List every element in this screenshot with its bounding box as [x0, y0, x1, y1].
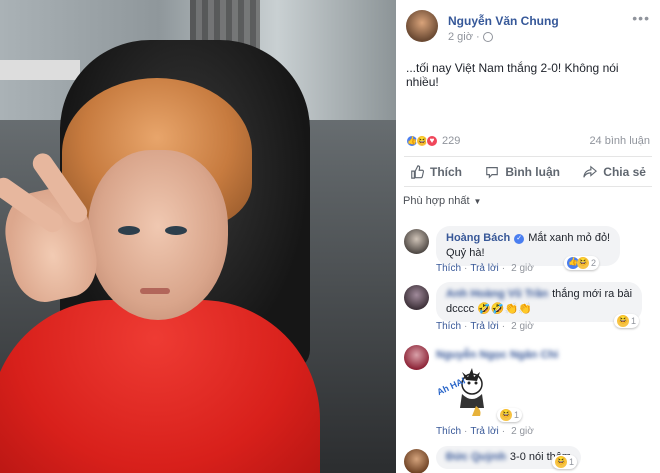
photo-viewer: Nguyễn Văn Chung 2 giờ · ••• ...tối nay … [0, 0, 660, 473]
comment-reaction-count: 1 [631, 316, 637, 326]
commenter-avatar[interactable] [404, 285, 429, 310]
comment-reaction-count: 1 [569, 457, 575, 467]
sticker-text: Ah HAI [436, 375, 467, 397]
comment-like-link[interactable]: Thích [436, 321, 461, 332]
comment-actions: Thích · Trả lời · 2 giờ [436, 321, 534, 332]
globe-icon[interactable] [482, 32, 493, 42]
haha-reaction-icon: 😆 [555, 456, 567, 468]
comment-reactions[interactable]: 😆 1 [552, 455, 578, 469]
sticker-image[interactable]: Ah HAI [436, 362, 496, 417]
comment-reactions[interactable]: 😆 1 [497, 408, 523, 422]
like-icon [411, 164, 424, 179]
comment-text-line2: Quỷ hà! [446, 247, 485, 259]
comment-sort-dropdown[interactable]: Phù hợp nhất ▼ [403, 195, 481, 207]
post-text: ...tối nay Việt Nam thắng 2-0! Không nói… [406, 61, 619, 89]
post-panel: Nguyễn Văn Chung 2 giờ · ••• ...tối nay … [396, 0, 660, 473]
comment-reply-link[interactable]: Trả lời [470, 426, 498, 437]
post-time[interactable]: 2 giờ [448, 31, 473, 43]
comment-text-line2: dcccc 🤣🤣👏👏 [446, 303, 532, 315]
like-button[interactable]: Thích [410, 165, 462, 179]
comment-time[interactable]: 2 giờ [511, 426, 534, 437]
comment-text: thắng mới ra bài [552, 288, 633, 300]
commenter-avatar[interactable] [404, 345, 429, 370]
separator-dot: · [464, 426, 468, 437]
commenter-name[interactable]: Nguyễn Ngọc Ngân Chi [436, 349, 558, 361]
share-label: Chia sẻ [603, 164, 646, 179]
commenter-name[interactable]: Anh Hoàng Vũ Trần [446, 288, 548, 300]
verified-icon: ✓ [514, 234, 525, 244]
comment-reply-link[interactable]: Trả lời [470, 321, 498, 332]
comment-actions: Thích · Trả lời · 2 giờ [436, 263, 534, 274]
reaction-count: 229 [442, 135, 461, 147]
like-label: Thích [430, 164, 462, 179]
photo-eye-left [118, 226, 140, 235]
comment-actions: Thích · Trả lời · 2 giờ [436, 426, 534, 437]
haha-reaction-icon: 😆 [577, 257, 589, 269]
separator-dot: · [464, 263, 468, 274]
author-avatar[interactable] [406, 10, 438, 42]
comment-icon [486, 166, 499, 179]
reaction-summary[interactable]: 👍 😆 ♥ 229 [406, 135, 460, 147]
comment-time[interactable]: 2 giờ [511, 321, 534, 332]
comment-count[interactable]: 24 bình luận [589, 135, 650, 147]
commenter-name[interactable]: Đức Quỳnh [446, 451, 506, 463]
comment-button[interactable]: Bình luận [485, 165, 560, 179]
photo-eye-right [165, 226, 187, 235]
more-icon[interactable]: ••• [632, 10, 650, 26]
comment-reaction-count: 2 [591, 258, 597, 268]
post-time-line: 2 giờ · [448, 31, 559, 43]
separator-dot: · [501, 263, 506, 274]
separator-dot: · [475, 31, 480, 43]
post-photo[interactable] [0, 0, 396, 473]
author-name[interactable]: Nguyễn Văn Chung [448, 14, 559, 28]
photo-face [88, 150, 228, 320]
comment-reaction-count: 1 [514, 410, 520, 420]
comment-label: Bình luận [505, 164, 560, 179]
photo-keyboard [0, 60, 80, 80]
share-button[interactable]: Chia sẻ [583, 165, 646, 179]
comment-reply-link[interactable]: Trả lời [470, 263, 498, 274]
comment-text: Mắt xanh mỏ đỏ! [528, 232, 611, 244]
commenter-avatar[interactable] [404, 229, 429, 254]
post-meta: Nguyễn Văn Chung 2 giờ · [448, 10, 559, 43]
sort-label: Phù hợp nhất [403, 195, 470, 207]
commenter-name-wrap: Nguyễn Ngọc Ngân Chi [436, 349, 558, 361]
comment-bubble: Anh Hoàng Vũ Trần thắng mới ra bài dcccc … [436, 282, 643, 322]
separator-dot: · [501, 321, 506, 332]
comment-like-link[interactable]: Thích [436, 426, 461, 437]
post-action-bar: Thích Bình luận Chia sẻ [404, 156, 652, 187]
photo-mouth [140, 288, 170, 294]
comment-reactions[interactable]: 👍 😆 2 [564, 256, 600, 270]
comment-like-link[interactable]: Thích [436, 263, 461, 274]
comment-reactions[interactable]: 😆 1 [614, 314, 640, 328]
share-icon [583, 165, 598, 177]
haha-reaction-icon: 😆 [617, 315, 629, 327]
love-reaction-icon: ♥ [426, 135, 438, 147]
post-counts: 👍 😆 ♥ 229 24 bình luận [406, 135, 650, 147]
commenter-avatar[interactable] [404, 449, 429, 473]
photo-shirt [0, 300, 320, 473]
caret-down-icon: ▼ [473, 196, 482, 206]
haha-reaction-icon: 😆 [500, 409, 512, 421]
separator-dot: · [464, 321, 468, 332]
post-header: Nguyễn Văn Chung 2 giờ · [406, 10, 559, 43]
commenter-name[interactable]: Hoàng Bách [446, 232, 510, 244]
separator-dot: · [501, 426, 506, 437]
comment-time[interactable]: 2 giờ [511, 263, 534, 274]
